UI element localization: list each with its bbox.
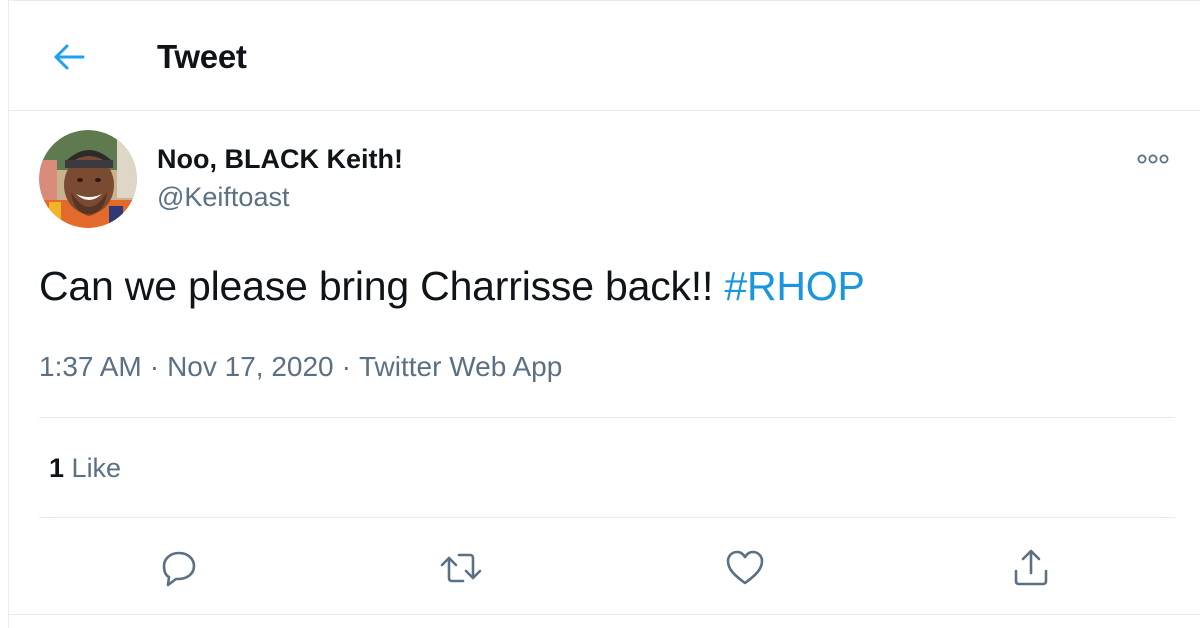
separator-dot: ·: [341, 351, 351, 382]
likes-count: 1: [49, 453, 65, 483]
more-options-icon: [1137, 154, 1169, 164]
tweet-text: Can we please bring Charrisse back!! #RH…: [39, 263, 865, 310]
user-avatar-icon: [39, 130, 137, 228]
tweet-time[interactable]: 1:37 AM: [39, 351, 142, 382]
arrow-left-icon: [54, 44, 85, 70]
more-options-button[interactable]: [1133, 147, 1173, 171]
divider: [39, 517, 1175, 518]
share-button[interactable]: [1007, 544, 1055, 592]
author-handle[interactable]: @Keiftoast: [157, 182, 289, 213]
tweet-page: Tweet Noo, BLACK Keith! @Keiftoast Can w…: [8, 0, 1200, 628]
divider: [39, 417, 1175, 418]
tweet-source[interactable]: Twitter Web App: [359, 351, 562, 382]
back-button[interactable]: [49, 37, 89, 77]
separator-dot: ·: [149, 351, 160, 382]
likes-label: Like: [71, 453, 122, 483]
reply-button[interactable]: [155, 544, 203, 592]
retweet-button[interactable]: [437, 544, 485, 592]
divider: [9, 614, 1200, 615]
author-display-name[interactable]: Noo, BLACK Keith!: [157, 144, 403, 175]
reply-icon: [162, 551, 196, 587]
page-header: Tweet: [9, 1, 1200, 111]
share-icon: [1014, 549, 1048, 586]
heart-icon: [726, 550, 764, 585]
retweet-icon: [440, 553, 482, 583]
tweet-date[interactable]: Nov 17, 2020: [167, 351, 334, 382]
avatar[interactable]: [39, 130, 137, 228]
page-title: Tweet: [157, 38, 247, 75]
tweet-metadata: 1:37 AM · Nov 17, 2020 · Twitter Web App: [39, 351, 562, 383]
hashtag-link[interactable]: #RHOP: [724, 263, 864, 309]
likes-stat[interactable]: 1 Like: [49, 453, 121, 484]
tweet-body: Can we please bring Charrisse back!!: [39, 263, 725, 309]
like-button[interactable]: [721, 544, 769, 592]
